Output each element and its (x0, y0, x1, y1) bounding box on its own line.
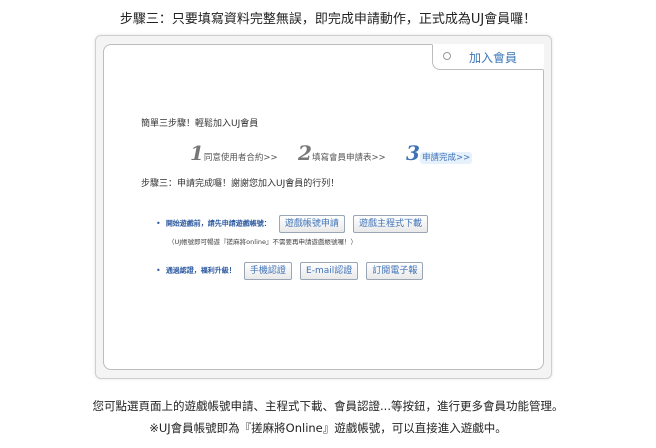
bullet-icon: • (156, 266, 161, 275)
game-account-row: • 開始遊戲前，請先申請遊戲帳號： 遊戲帳號申請 遊戲主程式下載 (156, 213, 429, 233)
client-download-button[interactable]: 遊戲主程式下載 (353, 214, 429, 233)
step-indicator: 1同意使用者合約>> 2填寫會員申請表>> 3 申請完成>> (190, 141, 473, 167)
newsletter-subscribe-button[interactable]: 訂閱電子報 (366, 261, 424, 280)
game-account-lead: 開始遊戲前，請先申請遊戲帳號： (165, 219, 271, 228)
membership-frame: 加入會員 簡單三步驟！輕鬆加入UJ會員 1同意使用者合約>> 2填寫會員申請表>… (95, 35, 552, 379)
verification-lead: 通過認證，福利升級！ (165, 266, 236, 275)
tab-join-member[interactable]: 加入會員 (432, 44, 544, 70)
step-2-label: 填寫會員申請表>> (311, 153, 386, 163)
top-caption: 步驟三：只要填寫資料完整無誤，即完成申請動作，正式成為UJ會員囉！ (119, 12, 537, 27)
game-account-apply-button[interactable]: 遊戲帳號申請 (278, 214, 345, 233)
phone-verify-button[interactable]: 手機認證 (243, 261, 292, 280)
step-1-label: 同意使用者合約>> (203, 153, 278, 163)
step-2-number: 2 (298, 141, 312, 165)
account-note: （UJ帳號即可暢遊『搓麻將online』不需要再申請遊戲帳號囉！） (168, 238, 358, 246)
verification-row: • 通過認證，福利升級！ 手機認證 E-mail認證 訂閱電子報 (156, 260, 424, 280)
bottom-caption-2: ※UJ會員帳號即為『搓麻將Online』遊戲帳號，可以直接進入遊戲中。 (149, 421, 507, 435)
bullet-icon: • (156, 219, 161, 228)
intro-text: 簡單三步驟！輕鬆加入UJ會員 (141, 119, 259, 129)
completion-message: 步驟三：申請完成囉！謝謝您加入UJ會員的行列！ (141, 179, 340, 189)
email-verify-button[interactable]: E-mail認證 (300, 261, 359, 280)
step-1-number: 1 (190, 141, 204, 165)
step-3-label: 申請完成>> (419, 152, 473, 164)
membership-panel: 加入會員 簡單三步驟！輕鬆加入UJ會員 1同意使用者合約>> 2填寫會員申請表>… (103, 44, 544, 370)
circle-icon (443, 52, 451, 60)
tab-join-member-label: 加入會員 (469, 51, 518, 65)
bottom-caption-1: 您可點選頁面上的遊戲帳號申請、主程式下載、會員認證...等按鈕，進行更多會員功能… (92, 399, 564, 413)
step-3-number: 3 (406, 141, 420, 165)
